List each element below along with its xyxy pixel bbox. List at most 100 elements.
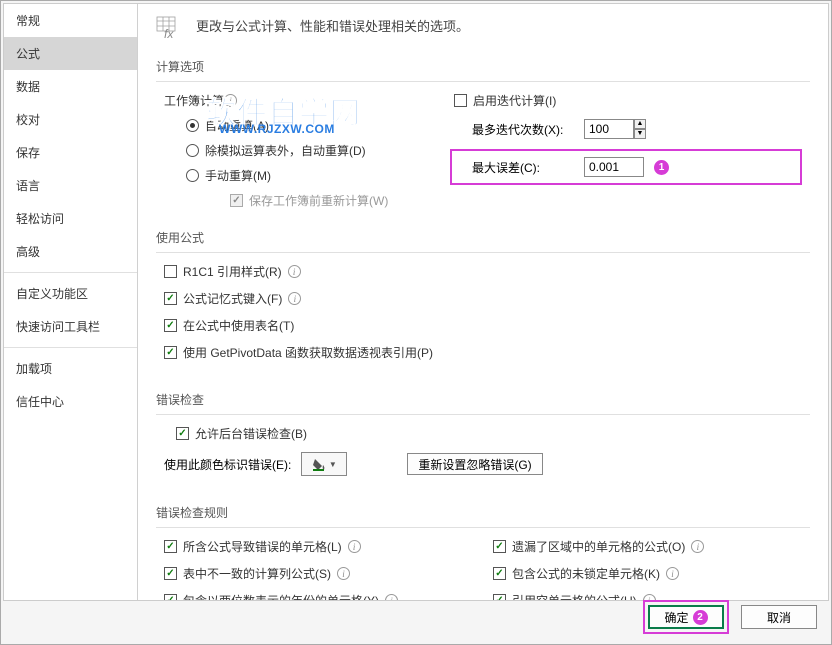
calc-left-col: 工作簿计算 自动重算(A) 除模拟运算表外，自动重算(D) <box>164 92 424 209</box>
max-change-input[interactable] <box>584 157 644 177</box>
checkbox-icon <box>454 94 467 107</box>
workbook-calc-label: 工作簿计算 <box>164 92 224 109</box>
dialog-body: 常规 公式 数据 校对 保存 语言 轻松访问 高级 自定义功能区 快速访问工具栏… <box>3 3 829 601</box>
watermark-url: WWW.RJZXW.COM <box>219 122 335 136</box>
rule-label: 表中不一致的计算列公式(S) <box>183 565 331 582</box>
checkbox-icon <box>164 594 177 600</box>
sidebar-item-data[interactable]: 数据 <box>4 70 137 103</box>
rules-right: 遗漏了区域中的单元格的公式(O) 包含公式的未锁定单元格(K) 引用空单元格的公… <box>493 538 802 600</box>
sidebar-item-general[interactable]: 常规 <box>4 4 137 37</box>
info-icon[interactable] <box>224 94 237 107</box>
workbook-calc-label-row: 工作簿计算 <box>164 92 424 109</box>
info-icon[interactable] <box>385 594 398 600</box>
rule-row[interactable]: 引用空单元格的公式(U) <box>493 592 802 600</box>
radio-manual[interactable]: 手动重算(M) <box>186 167 424 184</box>
max-iter-spinner: ▲ ▼ <box>584 119 646 139</box>
sidebar-item-advanced[interactable]: 高级 <box>4 235 137 268</box>
rule-row[interactable]: 所含公式导致错误的单元格(L) <box>164 538 473 555</box>
sidebar-item-formulas[interactable]: 公式 <box>4 37 137 70</box>
paint-bucket-icon <box>312 457 326 471</box>
max-change-label: 最大误差(C): <box>472 159 574 176</box>
r1c1-label: R1C1 引用样式(R) <box>183 263 282 280</box>
enable-iterative[interactable]: 启用迭代计算(I) <box>454 92 802 109</box>
autocomplete-label: 公式记忆式键入(F) <box>183 290 282 307</box>
header-description: 更改与公式计算、性能和错误处理相关的选项。 <box>196 16 469 35</box>
sidebar-scroll[interactable]: 常规 公式 数据 校对 保存 语言 轻松访问 高级 自定义功能区 快速访问工具栏… <box>4 4 137 600</box>
sidebar-item-trust[interactable]: 信任中心 <box>4 385 137 418</box>
checkbox-icon <box>164 540 177 553</box>
checkbox-icon <box>230 194 243 207</box>
section-calc-body: 工作簿计算 自动重算(A) 除模拟运算表外，自动重算(D) <box>156 82 810 213</box>
annotation-badge-1: 1 <box>654 160 669 175</box>
radio-icon <box>186 169 199 182</box>
table-names-check[interactable]: 在公式中使用表名(T) <box>164 317 802 334</box>
recalc-before-save: 保存工作簿前重新计算(W) <box>186 192 424 209</box>
sidebar-item-qat[interactable]: 快速访问工具栏 <box>4 310 137 343</box>
section-rules-body: 所含公式导致错误的单元格(L) 表中不一致的计算列公式(S) 包含以两位数表示的… <box>156 528 810 600</box>
recalc-label: 保存工作簿前重新计算(W) <box>249 192 388 209</box>
radio-label: 除模拟运算表外，自动重算(D) <box>205 142 366 159</box>
radio-auto-except[interactable]: 除模拟运算表外，自动重算(D) <box>186 142 424 159</box>
info-icon[interactable] <box>691 540 704 553</box>
sidebar-separator <box>4 272 137 273</box>
autocomplete-check[interactable]: 公式记忆式键入(F) <box>164 290 802 307</box>
ok-button[interactable]: 确定 2 <box>648 605 724 629</box>
pivot-label: 使用 GetPivotData 函数获取数据透视表引用(P) <box>183 344 433 361</box>
iterative-label: 启用迭代计算(I) <box>473 92 556 109</box>
rule-label: 所含公式导致错误的单元格(L) <box>183 538 342 555</box>
info-icon[interactable] <box>288 292 301 305</box>
reset-ignored-errors-button[interactable]: 重新设置忽略错误(G) <box>407 453 542 475</box>
main-header: fx 更改与公式计算、性能和错误处理相关的选项。 <box>156 16 810 40</box>
section-error-check-body: 允许后台错误检查(B) 使用此颜色标识错误(E): ▼ 重新设置忽略错误(G) <box>156 415 810 488</box>
rule-row[interactable]: 表中不一致的计算列公式(S) <box>164 565 473 582</box>
rules-left: 所含公式导致错误的单元格(L) 表中不一致的计算列公式(S) 包含以两位数表示的… <box>164 538 473 600</box>
error-color-label: 使用此颜色标识错误(E): <box>164 456 291 473</box>
rule-row[interactable]: 包含以两位数表示的年份的单元格(Y) <box>164 592 473 600</box>
cancel-button[interactable]: 取消 <box>741 605 817 629</box>
enable-bg-label: 允许后台错误检查(B) <box>195 425 307 442</box>
checkbox-icon <box>176 427 189 440</box>
options-dialog: 常规 公式 数据 校对 保存 语言 轻松访问 高级 自定义功能区 快速访问工具栏… <box>0 0 832 645</box>
rule-row[interactable]: 包含公式的未锁定单元格(K) <box>493 565 802 582</box>
checkbox-icon <box>493 567 506 580</box>
rule-label: 引用空单元格的公式(U) <box>512 592 637 600</box>
section-formulas-body: R1C1 引用样式(R) 公式记忆式键入(F) 在公式中使用表名(T) 使用 G… <box>156 253 810 375</box>
ok-label: 确定 <box>664 609 688 626</box>
info-icon[interactable] <box>666 567 679 580</box>
section-formulas-title: 使用公式 <box>156 223 810 253</box>
max-change-row: 最大误差(C): 1 <box>458 157 794 177</box>
rule-label: 包含公式的未锁定单元格(K) <box>512 565 660 582</box>
ok-highlight: 确定 2 <box>643 600 729 634</box>
sidebar-item-ease[interactable]: 轻松访问 <box>4 202 137 235</box>
spin-down[interactable]: ▼ <box>634 129 646 139</box>
checkbox-icon <box>164 567 177 580</box>
info-icon[interactable] <box>337 567 350 580</box>
error-color-row: 使用此颜色标识错误(E): ▼ 重新设置忽略错误(G) <box>164 452 802 476</box>
info-icon[interactable] <box>288 265 301 278</box>
rule-row[interactable]: 遗漏了区域中的单元格的公式(O) <box>493 538 802 555</box>
pivot-check[interactable]: 使用 GetPivotData 函数获取数据透视表引用(P) <box>164 344 802 361</box>
sidebar: 常规 公式 数据 校对 保存 语言 轻松访问 高级 自定义功能区 快速访问工具栏… <box>4 4 138 600</box>
rule-label: 遗漏了区域中的单元格的公式(O) <box>512 538 685 555</box>
radio-icon <box>186 144 199 157</box>
radio-icon <box>186 119 199 132</box>
sidebar-item-language[interactable]: 语言 <box>4 169 137 202</box>
sidebar-item-save[interactable]: 保存 <box>4 136 137 169</box>
formula-icon: fx <box>156 16 188 40</box>
max-iter-label: 最多迭代次数(X): <box>472 121 574 138</box>
max-iter-input[interactable] <box>584 119 634 139</box>
annotation-badge-2: 2 <box>693 610 708 625</box>
section-rules-title: 错误检查规则 <box>156 498 810 528</box>
max-change-highlight: 最大误差(C): 1 <box>450 149 802 185</box>
rule-label: 包含以两位数表示的年份的单元格(Y) <box>183 592 379 600</box>
enable-bg-check[interactable]: 允许后台错误检查(B) <box>164 425 802 442</box>
sidebar-item-proofing[interactable]: 校对 <box>4 103 137 136</box>
checkbox-icon <box>164 265 177 278</box>
sidebar-item-ribbon[interactable]: 自定义功能区 <box>4 277 137 310</box>
info-icon[interactable] <box>348 540 361 553</box>
chevron-down-icon: ▼ <box>329 460 337 469</box>
r1c1-check[interactable]: R1C1 引用样式(R) <box>164 263 802 280</box>
sidebar-item-addins[interactable]: 加载项 <box>4 352 137 385</box>
error-color-picker[interactable]: ▼ <box>301 452 347 476</box>
spin-up[interactable]: ▲ <box>634 119 646 129</box>
